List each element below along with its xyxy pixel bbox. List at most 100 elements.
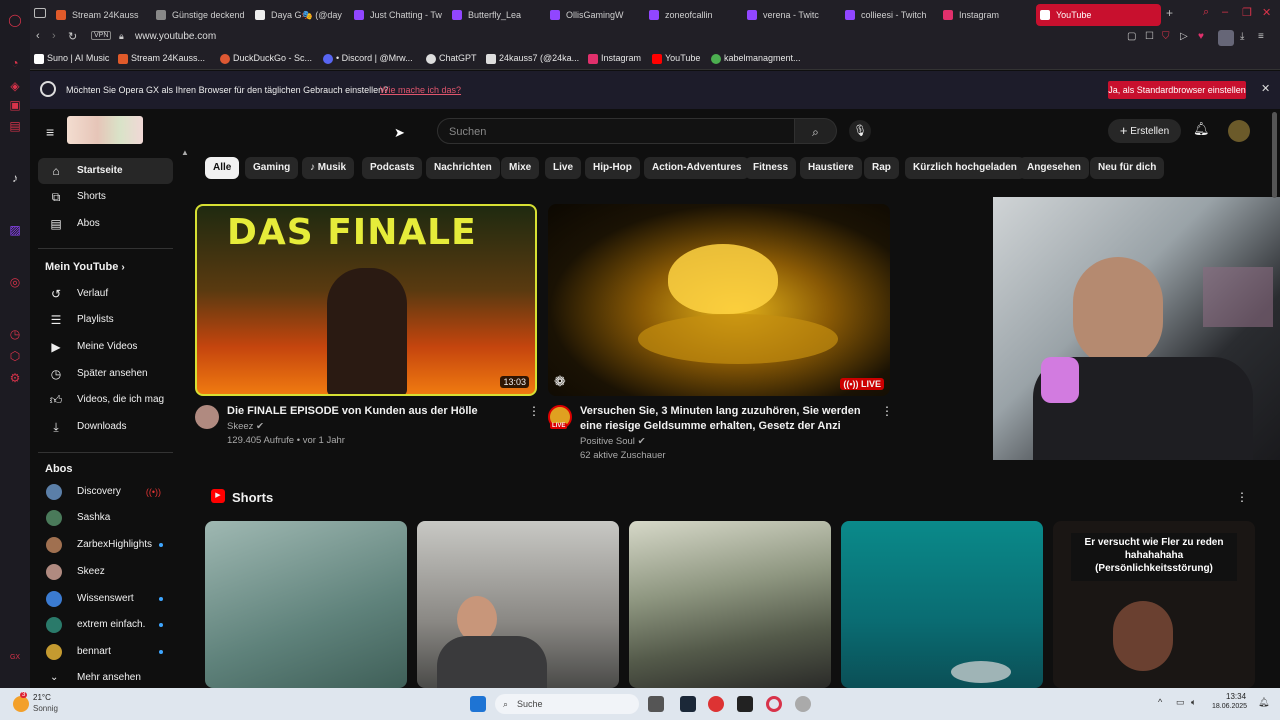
shorts-more-icon[interactable]: ⋮ [1236, 490, 1248, 504]
opera-logo-icon[interactable]: ◯ [7, 12, 23, 28]
download-icon[interactable]: ⤓ [1240, 31, 1244, 42]
tab-item[interactable]: Günstige deckend [152, 4, 247, 26]
sidebar-item-downloads[interactable]: ⤓ Downloads [38, 414, 173, 440]
subscription-item[interactable]: bennart [38, 639, 173, 665]
gx-corner-icon[interactable]: ◈ [7, 78, 23, 94]
short-thumbnail[interactable]: Er versucht wie Fler zu reden hahahahaha… [1053, 521, 1255, 688]
hamburger-menu-icon[interactable]: ≡ [46, 124, 54, 140]
tab-item[interactable]: Instagram [939, 4, 1034, 26]
settings-app-icon[interactable] [795, 696, 811, 712]
new-tab-icon[interactable]: + [1166, 6, 1173, 20]
video-title[interactable]: Die FINALE EPISODE von Kunden aus der Hö… [227, 404, 517, 419]
channel-name[interactable]: Positive Soul ✔︎ [580, 436, 646, 447]
chip-pets[interactable]: Haustiere [800, 157, 862, 179]
tray-chevron-icon[interactable]: ^ [1158, 697, 1162, 707]
bookmark-item[interactable]: Suno | AI Music [34, 53, 109, 64]
chip-action-adventures[interactable]: Action-Adventures [644, 157, 750, 179]
sidebar-item-history[interactable]: ↺ Verlauf [38, 281, 173, 307]
create-button[interactable]: + Erstellen [1108, 119, 1181, 143]
tab-item[interactable]: Butterfly_Lea [448, 4, 543, 26]
subscription-item[interactable]: extrem einfach. [38, 612, 173, 638]
vpn-badge[interactable]: VPN [91, 31, 112, 40]
bookmark-item[interactable]: Stream 24Kauss... [118, 53, 205, 64]
maximize-icon[interactable]: ❐ [1242, 6, 1252, 19]
chip-rap[interactable]: Rap [864, 157, 899, 179]
chip-recently-uploaded[interactable]: Kürzlich hochgeladen [905, 157, 1025, 179]
taskbar-search[interactable]: ⌕ Suche [495, 694, 639, 714]
chip-fitness[interactable]: Fitness [745, 157, 797, 179]
more-options-icon[interactable]: ⋮ [528, 404, 540, 418]
bookmark-item[interactable]: DuckDuckGo - Sc... [220, 53, 312, 64]
clock-date[interactable]: 18.06.2025 [1212, 703, 1247, 710]
tab-item[interactable]: collieesi - Twitch [841, 4, 936, 26]
tab-item[interactable]: verena - Twitc [743, 4, 838, 26]
menu-icon[interactable]: ≡ [1258, 31, 1264, 42]
page-scrollbar[interactable] [1272, 112, 1277, 198]
channel-name[interactable]: Skeez ✔︎ [227, 421, 264, 432]
back-icon[interactable]: ‹ [36, 30, 40, 42]
sidebar-item-shorts[interactable]: ⧉ Shorts [38, 184, 173, 210]
subscription-item[interactable]: Skeez [38, 559, 173, 585]
weather-sun-icon[interactable] [13, 696, 29, 712]
subscription-item[interactable]: Discovery ((•)) [38, 479, 173, 505]
notification-center-icon[interactable]: 🔔︎ [1258, 697, 1269, 708]
search-tabs-icon[interactable]: ⌕ [1203, 6, 1209, 19]
clock-time[interactable]: 13:34 [1226, 692, 1246, 701]
video-thumbnail[interactable]: ❁ ((•)) LIVE [548, 204, 890, 396]
reload-icon[interactable]: ↻ [68, 30, 77, 43]
extensions-icon[interactable]: ⬡ [7, 348, 23, 364]
short-thumbnail[interactable] [841, 521, 1043, 688]
app-chat-icon[interactable] [708, 696, 724, 712]
account-avatar[interactable] [1228, 120, 1250, 142]
twitch-icon[interactable]: ▨ [7, 222, 23, 238]
notifications-bell-icon[interactable]: 🔔︎ [1193, 121, 1210, 137]
epic-games-icon[interactable] [737, 696, 753, 712]
sidebar-item-liked[interactable]: 👍︎ Videos, die ich mag [38, 387, 173, 413]
chip-hiphop[interactable]: Hip-Hop [585, 157, 640, 179]
chip-podcasts[interactable]: Podcasts [362, 157, 423, 179]
subscription-item[interactable]: ZarbexHighlights [38, 532, 173, 558]
chip-news[interactable]: Nachrichten [426, 157, 500, 179]
subscription-item[interactable]: Wissenswert [38, 586, 173, 612]
chip-watched[interactable]: Angesehen [1019, 157, 1089, 179]
sidebar-item-subscriptions[interactable]: ▤ Abos [38, 211, 173, 237]
short-thumbnail[interactable] [205, 521, 407, 688]
chip-new-to-you[interactable]: Neu für dich [1090, 157, 1165, 179]
set-default-button[interactable]: Ja, als Standardbrowser einstellen [1108, 81, 1246, 99]
youtube-doodle-logo[interactable] [67, 116, 143, 144]
chip-gaming[interactable]: Gaming [245, 157, 299, 179]
bookmark-item[interactable]: YouTube [652, 53, 700, 64]
sidebar-item-watch-later[interactable]: ◷ Später ansehen [38, 361, 173, 387]
player-icon[interactable]: ◎ [7, 274, 23, 290]
opera-gx-icon[interactable] [766, 696, 782, 712]
tiktok-icon[interactable]: ♪ [7, 170, 23, 186]
url-field[interactable]: www.youtube.com [135, 31, 216, 42]
video-title[interactable]: Versuchen Sie, 3 Minuten lang zuzuhören,… [580, 404, 875, 434]
settings-rail-icon[interactable]: ⚙ [7, 370, 23, 386]
scroll-up-icon[interactable]: ▲ [181, 148, 189, 157]
search-input[interactable]: Suchen [437, 118, 795, 144]
bookmark-item[interactable]: Instagram [588, 53, 641, 64]
sidebar-item-playlists[interactable]: ☰ Playlists [38, 307, 173, 333]
chip-live[interactable]: Live [545, 157, 582, 179]
more-options-icon[interactable]: ⋮ [881, 404, 893, 418]
gaming-icon[interactable]: ▣ [7, 97, 23, 113]
close-banner-icon[interactable]: ✕ [1261, 82, 1270, 95]
sidebar-item-my-videos[interactable]: ▶ Meine Videos [38, 334, 173, 360]
short-thumbnail[interactable] [629, 521, 831, 688]
video-thumbnail[interactable]: DAS FINALE 13:03 [195, 204, 537, 396]
search-icon[interactable]: ⌕ [795, 118, 837, 144]
news-icon[interactable]: ▤ [7, 118, 23, 134]
bookmark-icon[interactable]: ☐ [1145, 31, 1154, 42]
player-toolbar-icon[interactable]: ▷ [1180, 31, 1188, 42]
minimize-icon[interactable]: – [1222, 6, 1228, 18]
bookmark-item[interactable]: 24kauss7 (@24ka... [486, 53, 579, 64]
shield-icon[interactable]: ⛉ [1162, 31, 1170, 42]
tab-item[interactable]: zoneofcallin [645, 4, 740, 26]
channel-avatar[interactable] [195, 405, 219, 429]
chip-mixes[interactable]: Mixe [501, 157, 540, 179]
windows-start-icon[interactable] [470, 696, 486, 712]
profile-avatar[interactable] [1218, 30, 1234, 46]
banner-help-link[interactable]: Wie mache ich das? [380, 85, 461, 95]
history-rail-icon[interactable]: ◷ [7, 326, 23, 342]
